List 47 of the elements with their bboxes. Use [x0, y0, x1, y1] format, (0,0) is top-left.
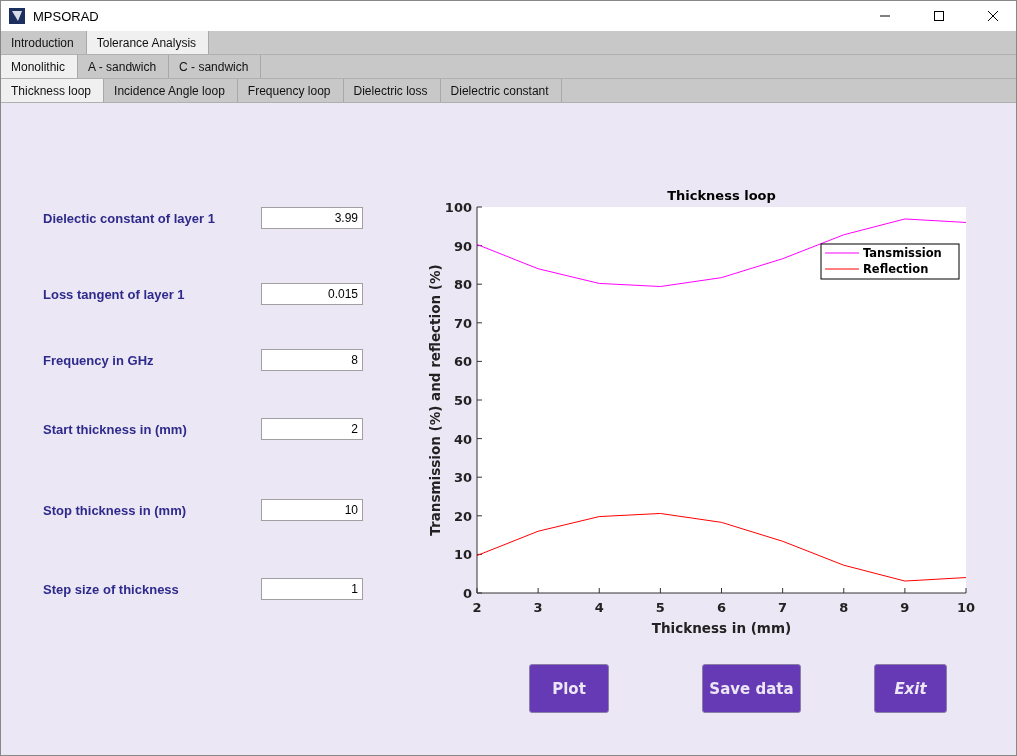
field-label: Start thickness in (mm) — [42, 421, 188, 437]
y-tick-label: 70 — [453, 315, 472, 331]
x-tick-label: 10 — [956, 600, 976, 615]
input-field[interactable]: 0.015 — [261, 283, 363, 305]
y-tick-label: 30 — [453, 470, 472, 486]
tab[interactable]: Monolithic — [1, 55, 79, 78]
y-tick-label: 10 — [453, 547, 472, 563]
y-tick-label: 80 — [453, 277, 472, 293]
maximize-icon — [933, 10, 945, 22]
x-axis-label: Thickness in (mm) — [651, 620, 792, 636]
input-field[interactable]: 8 — [261, 349, 363, 371]
x-tick-label: 9 — [900, 600, 910, 615]
field-label: Dielectic constant of layer 1 — [42, 210, 216, 226]
x-tick-label: 7 — [778, 600, 788, 615]
action-button[interactable]: Plot — [529, 664, 609, 713]
y-axis-label: Transmission (%) and reflection (%) — [427, 264, 443, 536]
action-button[interactable]: Exit — [874, 664, 947, 713]
y-tick-label: 100 — [444, 200, 472, 215]
x-tick-label: 8 — [839, 600, 849, 615]
action-button[interactable]: Save data — [702, 664, 801, 713]
y-tick-label: 90 — [453, 238, 472, 254]
field-label: Frequency in GHz — [42, 352, 155, 368]
window-title: MPSORAD — [33, 8, 100, 24]
input-field[interactable]: 2 — [261, 418, 363, 440]
y-tick-label: 50 — [453, 393, 472, 408]
tab[interactable]: Thickness loop — [1, 79, 105, 102]
x-tick-label: 6 — [717, 600, 726, 615]
x-tick-label: 5 — [655, 600, 665, 615]
tab[interactable]: Tolerance Analysis — [86, 31, 210, 54]
close-icon — [987, 10, 999, 22]
input-field[interactable]: 10 — [261, 499, 363, 521]
y-tick-label: 60 — [453, 354, 472, 370]
field-label: Step size of thickness — [42, 581, 180, 597]
legend-label: Tansmission — [863, 246, 942, 260]
y-tick-label: 40 — [453, 431, 472, 447]
x-tick-label: 2 — [472, 600, 482, 615]
legend-label: Reflection — [863, 262, 929, 276]
input-field[interactable]: 1 — [261, 578, 363, 600]
x-tick-label: 4 — [594, 600, 604, 615]
chart-title: Thickness loop — [667, 188, 776, 203]
app-logo-icon — [9, 8, 25, 24]
field-label: Loss tangent of layer 1 — [42, 286, 186, 302]
input-field[interactable]: 3.99 — [261, 207, 363, 229]
y-tick-label: 0 — [462, 586, 472, 601]
y-tick-label: 20 — [453, 508, 472, 524]
x-tick-label: 3 — [533, 600, 543, 615]
field-label: Stop thickness in (mm) — [42, 502, 188, 518]
